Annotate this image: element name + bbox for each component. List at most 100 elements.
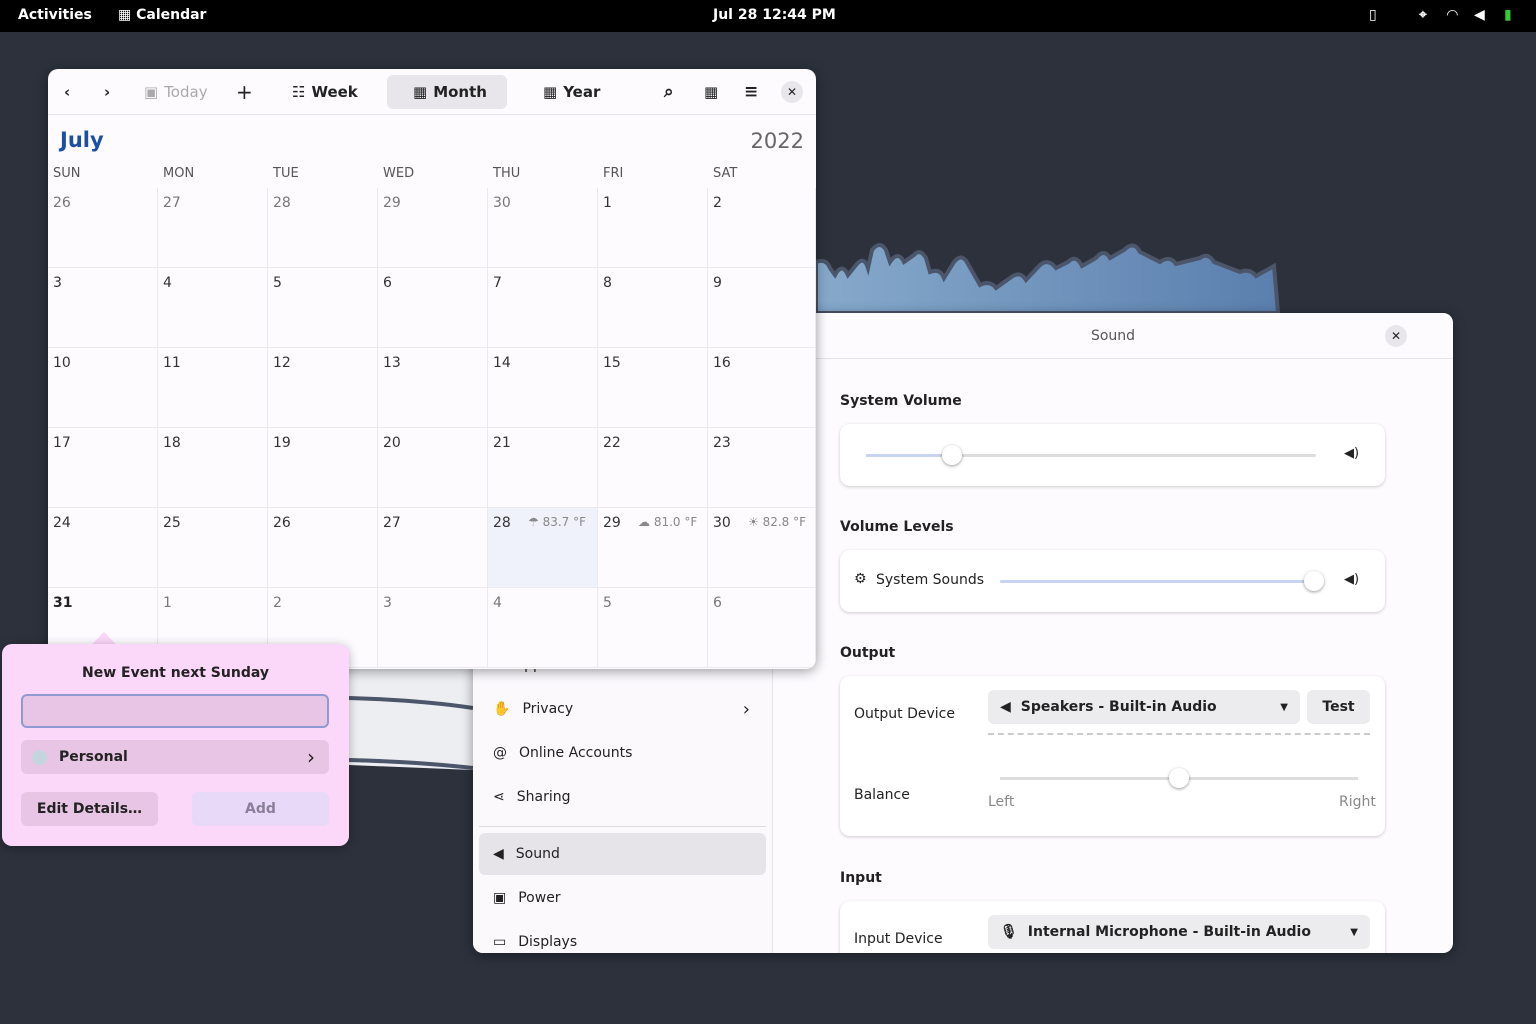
calendar-management-button[interactable]: ▦ (696, 75, 726, 109)
popover-title: New Event next Sunday (82, 665, 269, 681)
day-cell[interactable]: 2 (708, 188, 816, 268)
day-number: 3 (383, 595, 392, 611)
day-cell[interactable]: 18 (158, 428, 268, 508)
edit-details-button[interactable]: Edit Details… (21, 792, 158, 826)
day-number: 7 (493, 275, 502, 291)
sidebar-item-sound[interactable]: ◀ Sound (479, 833, 766, 875)
day-cell[interactable]: 8 (598, 268, 708, 348)
day-cell[interactable]: 27 (378, 508, 488, 588)
wifi-icon[interactable]: ◠ (1447, 7, 1458, 23)
today-label: Today (164, 83, 208, 101)
day-cell[interactable]: 14 (488, 348, 598, 428)
clock[interactable]: Jul 28 12:44 PM (713, 7, 836, 23)
battery-charging-icon[interactable]: ▮ (1504, 7, 1512, 23)
day-cell[interactable]: 25 (158, 508, 268, 588)
clipboard-icon[interactable]: ▯ (1369, 7, 1377, 23)
day-cell[interactable]: 29 ☁ 81.0 °F (598, 508, 708, 588)
next-button[interactable]: › (96, 75, 118, 109)
weather-forecast: ☁ 81.0 °F (638, 515, 697, 529)
sidebar-item-sharing[interactable]: ⋖ Sharing (479, 776, 766, 818)
weather-temp: 83.7 °F (542, 515, 587, 529)
day-cell[interactable]: 15 (598, 348, 708, 428)
day-cell[interactable]: 6 (378, 268, 488, 348)
day-cell[interactable]: 23 (708, 428, 816, 508)
day-cell[interactable]: 22 (598, 428, 708, 508)
day-cell[interactable]: 11 (158, 348, 268, 428)
day-cell[interactable]: 12 (268, 348, 378, 428)
day-cell[interactable]: 27 (158, 188, 268, 268)
balance-slider[interactable] (1000, 768, 1358, 788)
today-button[interactable]: ▣ Today (136, 75, 216, 109)
volume-icon[interactable]: ◀) (1344, 446, 1359, 461)
day-number: 23 (713, 435, 731, 451)
tab-year[interactable]: ▦ Year (535, 75, 608, 109)
day-cell[interactable]: 21 (488, 428, 598, 508)
day-number: 22 (603, 435, 621, 451)
tab-month[interactable]: ▦ Month (387, 75, 507, 109)
day-cell[interactable]: 30 ☀ 82.8 °F (708, 508, 816, 588)
slider-handle[interactable] (1304, 571, 1324, 591)
tab-week[interactable]: ☷ Week (284, 75, 366, 109)
slider-handle[interactable] (942, 445, 962, 465)
day-cell[interactable]: 13 (378, 348, 488, 428)
day-cell[interactable]: 3 (378, 588, 488, 668)
day-cell[interactable]: 24 (48, 508, 158, 588)
day-cell[interactable]: 10 (48, 348, 158, 428)
app-menu[interactable]: ▦ Calendar (118, 7, 206, 23)
calendar-name: Personal (59, 749, 128, 765)
day-cell[interactable]: 20 (378, 428, 488, 508)
day-cell[interactable]: 3 (48, 268, 158, 348)
day-cell[interactable]: 26 (268, 508, 378, 588)
partly-sunny-icon: ☀ (748, 515, 763, 529)
sidebar-label: Power (518, 890, 561, 906)
search-button[interactable]: ⌕ (656, 75, 682, 109)
weather-forecast: ☀ 82.8 °F (748, 515, 806, 529)
activities-button[interactable]: Activities (18, 7, 92, 23)
main-menu-button[interactable]: ≡ (736, 75, 766, 109)
day-number: 29 (603, 515, 621, 531)
day-cell[interactable]: 28 ☂ 83.7 °F (488, 508, 598, 588)
day-cell[interactable]: 9 (708, 268, 816, 348)
input-device-dropdown[interactable]: 🎙 Internal Microphone - Built-in Audio ▼ (988, 915, 1370, 949)
system-volume-slider[interactable] (866, 445, 1316, 465)
sidebar-item-privacy[interactable]: ✋ Privacy › (479, 688, 766, 730)
chevron-right-icon: › (742, 698, 750, 720)
sidebar-item-power[interactable]: ▣ Power (479, 877, 766, 919)
day-cell[interactable]: 5 (268, 268, 378, 348)
day-cell[interactable]: 30 (488, 188, 598, 268)
display-icon: ▭ (493, 934, 507, 950)
day-cell[interactable]: 17 (48, 428, 158, 508)
chevron-right-icon: › (307, 745, 315, 769)
day-number: 9 (713, 275, 722, 291)
add-event-button[interactable]: + (228, 75, 261, 109)
location-icon[interactable]: ⌖ (1419, 7, 1427, 23)
day-cell[interactable]: 5 (598, 588, 708, 668)
day-number: 27 (383, 515, 401, 531)
day-cell[interactable]: 28 (268, 188, 378, 268)
day-cell[interactable]: 7 (488, 268, 598, 348)
day-cell[interactable]: 4 (488, 588, 598, 668)
previous-button[interactable]: ‹ (56, 75, 78, 109)
event-title-input[interactable] (21, 694, 329, 728)
sidebar-item-displays[interactable]: ▭ Displays (479, 921, 766, 953)
chevron-left-icon: ‹ (64, 83, 71, 101)
close-icon[interactable]: ✕ (1385, 325, 1407, 347)
add-button[interactable]: Add (192, 792, 329, 826)
system-sounds-slider[interactable] (1000, 571, 1324, 591)
output-device-dropdown[interactable]: ◀ Speakers - Built-in Audio ▼ (988, 690, 1300, 724)
test-button[interactable]: Test (1307, 690, 1370, 724)
chevron-right-icon: › (104, 83, 111, 101)
calendar-selector[interactable]: Personal › (21, 740, 329, 774)
slider-handle[interactable] (1169, 768, 1189, 788)
day-cell[interactable]: 16 (708, 348, 816, 428)
dropdown-value: Speakers - Built-in Audio (1020, 699, 1217, 715)
day-cell[interactable]: 1 (598, 188, 708, 268)
sidebar-item-online-accounts[interactable]: @ Online Accounts (479, 732, 766, 774)
close-icon[interactable]: ✕ (781, 81, 803, 103)
day-cell[interactable]: 26 (48, 188, 158, 268)
day-cell[interactable]: 4 (158, 268, 268, 348)
day-cell[interactable]: 29 (378, 188, 488, 268)
day-cell[interactable]: 19 (268, 428, 378, 508)
volume-icon[interactable]: ◀ (1474, 7, 1485, 23)
day-cell[interactable]: 6 (708, 588, 816, 668)
